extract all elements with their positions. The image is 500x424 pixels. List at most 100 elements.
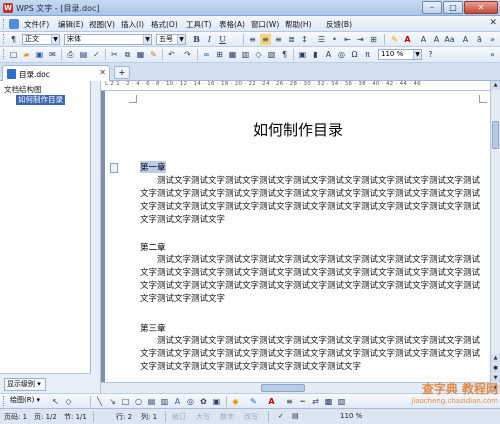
menu-tools[interactable]: 工具(T) <box>186 19 211 30</box>
menu-edit[interactable]: 编辑(E) <box>58 19 84 30</box>
save-icon[interactable]: ▣ <box>34 49 45 60</box>
menu-help[interactable]: 帮助(H) <box>285 19 312 30</box>
dropdown-arrow-icon[interactable]: ▼ <box>51 35 59 44</box>
arrow-icon[interactable]: ↘ <box>107 396 118 407</box>
undo-icon[interactable]: ↶ <box>166 49 177 60</box>
chapter-body[interactable]: 测试文字测试文字测试文字测试文字测试文字测试文字测试文字测试文字测试文字测试文字… <box>140 175 486 227</box>
chapter-heading[interactable]: 第三章 <box>140 322 166 334</box>
nav-item-heading[interactable]: 如何制作目录 <box>16 95 65 105</box>
scroll-up-icon[interactable]: ▲ <box>491 81 500 90</box>
menu-window[interactable]: 窗口(W) <box>251 19 279 30</box>
toolbar-overflow-icon[interactable]: » <box>487 49 498 60</box>
close-tab-icon[interactable]: ✕ <box>99 68 106 77</box>
status-num[interactable]: 数字 <box>220 412 234 422</box>
scrollbar-thumb[interactable] <box>261 384 305 392</box>
underline-button[interactable]: U <box>217 34 228 45</box>
change-case-icon[interactable]: Aa <box>444 34 455 45</box>
styles-icon[interactable]: ¶ <box>8 34 19 45</box>
arrow-style-icon[interactable]: ⇄ <box>310 396 321 407</box>
shrink-font-icon[interactable]: A <box>431 34 442 45</box>
menu-format[interactable]: 格式(O) <box>151 19 178 30</box>
toolbar-overflow-icon[interactable]: » <box>487 34 498 45</box>
symbol-icon[interactable]: Ω <box>349 49 360 60</box>
status-zoom[interactable]: 110 % <box>340 412 362 420</box>
dropdown-arrow-icon[interactable]: ▼ <box>413 50 421 59</box>
draw-menu-button[interactable]: 绘图(R) ▾ <box>8 396 44 407</box>
line-style-icon[interactable]: ≡ <box>284 396 295 407</box>
autoshapes-icon[interactable]: ◇ <box>63 396 74 407</box>
dash-style-icon[interactable]: ┅ <box>297 396 308 407</box>
status-caps[interactable]: 大写 <box>196 412 210 422</box>
format-painter-icon[interactable]: ✎ <box>148 49 159 60</box>
wordart-icon[interactable]: A <box>172 396 183 407</box>
textbox-icon[interactable]: A <box>323 49 334 60</box>
redo-icon[interactable]: ↷ <box>182 49 193 60</box>
dropdown-arrow-icon[interactable]: ▼ <box>177 35 185 44</box>
align-center-icon[interactable]: ≡ <box>260 34 271 45</box>
close-document-icon[interactable]: ✕ <box>489 18 497 28</box>
select-objects-icon[interactable]: ↖ <box>50 396 61 407</box>
drawing-icon[interactable]: ◇ <box>253 49 264 60</box>
view-mode-icon[interactable]: ▤ <box>292 412 299 420</box>
status-overwrite[interactable]: 改写 <box>244 412 258 422</box>
font-color-icon[interactable]: A <box>402 34 413 45</box>
font-color-icon[interactable]: A <box>266 396 277 407</box>
menu-feedback[interactable]: 反馈(B) <box>326 19 352 30</box>
menu-view[interactable]: 视图(V) <box>89 19 115 30</box>
fill-color-icon[interactable]: ◆ <box>230 396 241 407</box>
open-folder-icon[interactable]: ▰ <box>21 49 32 60</box>
image-icon[interactable]: ▣ <box>297 49 308 60</box>
border-icon[interactable]: ⊞ <box>368 34 379 45</box>
toolbar-grip[interactable] <box>3 19 6 29</box>
grow-font-icon[interactable]: A <box>418 34 429 45</box>
equation-icon[interactable]: π <box>362 49 373 60</box>
copy-icon[interactable]: ⧉ <box>122 49 133 60</box>
status-revision[interactable]: 修订 <box>172 412 186 422</box>
clipart-icon[interactable]: ✿ <box>198 396 209 407</box>
zoom-select[interactable]: 110 % ▼ <box>378 49 422 60</box>
line-icon[interactable]: ╲ <box>94 396 105 407</box>
picture-icon[interactable]: ▣ <box>211 396 222 407</box>
help-icon[interactable]: ? <box>425 49 436 60</box>
close-window-button[interactable]: ✕ <box>464 1 498 14</box>
print-icon[interactable]: ⎙ <box>65 49 76 60</box>
style-select[interactable]: 正文 ▼ <box>22 34 60 45</box>
show-level-button[interactable]: 显示级别 ▾ <box>4 378 46 391</box>
align-right-icon[interactable]: ≡ <box>273 34 284 45</box>
bullets-icon[interactable]: • <box>329 34 340 45</box>
minimize-button[interactable]: – <box>422 1 442 14</box>
document-page[interactable]: 如何制作目录 第一章 测试文字测试文字测试文字测试文字测试文字测试文字测试文字测… <box>105 91 490 382</box>
italic-button[interactable]: I <box>204 34 215 45</box>
tab-document[interactable]: 目录.doc ✕ <box>2 65 110 81</box>
screenshot-icon[interactable]: ◎ <box>336 49 347 60</box>
bold-button[interactable]: B <box>191 34 202 45</box>
spell-status-icon[interactable]: ✓ <box>278 412 284 420</box>
toolbar-grip[interactable] <box>3 49 6 59</box>
print-preview-icon[interactable]: ▤ <box>78 49 89 60</box>
maximize-button[interactable]: □ <box>443 1 463 14</box>
insert-table-icon[interactable]: ▦ <box>227 49 238 60</box>
textbox-icon[interactable]: ▤ <box>146 396 157 407</box>
highlight-icon[interactable]: ✎ <box>389 34 400 45</box>
new-tab-button[interactable]: + <box>114 66 130 79</box>
font-size-select[interactable]: 五号 ▼ <box>156 34 186 45</box>
increase-indent-icon[interactable]: ⇥ <box>355 34 366 45</box>
paste-icon[interactable]: ▦ <box>135 49 146 60</box>
numbering-icon[interactable]: ☰ <box>316 34 327 45</box>
menu-table[interactable]: 表格(A) <box>219 19 245 30</box>
align-left-icon[interactable]: ≡ <box>247 34 258 45</box>
font-select[interactable]: 宋体 ▼ <box>64 34 152 45</box>
hyperlink-icon[interactable]: ∞ <box>201 49 212 60</box>
menu-file[interactable]: 文件(F) <box>24 19 49 30</box>
diagram-icon[interactable]: ◎ <box>185 396 196 407</box>
vertical-scrollbar[interactable]: ▲ ▲ ● ▼ ▼ <box>490 81 500 393</box>
spell-check-icon[interactable]: ✓ <box>91 49 102 60</box>
cut-icon[interactable]: ✂ <box>109 49 120 60</box>
ellipse-icon[interactable]: ○ <box>133 396 144 407</box>
phonetic-icon[interactable]: ā <box>474 34 485 45</box>
mail-icon[interactable]: ✉ <box>47 49 58 60</box>
prev-page-icon[interactable]: ▲ <box>491 354 500 363</box>
chapter-heading[interactable]: 第一章 <box>140 161 166 173</box>
scrollbar-thumb[interactable] <box>492 121 499 149</box>
character-scale-icon[interactable]: A <box>460 34 471 45</box>
